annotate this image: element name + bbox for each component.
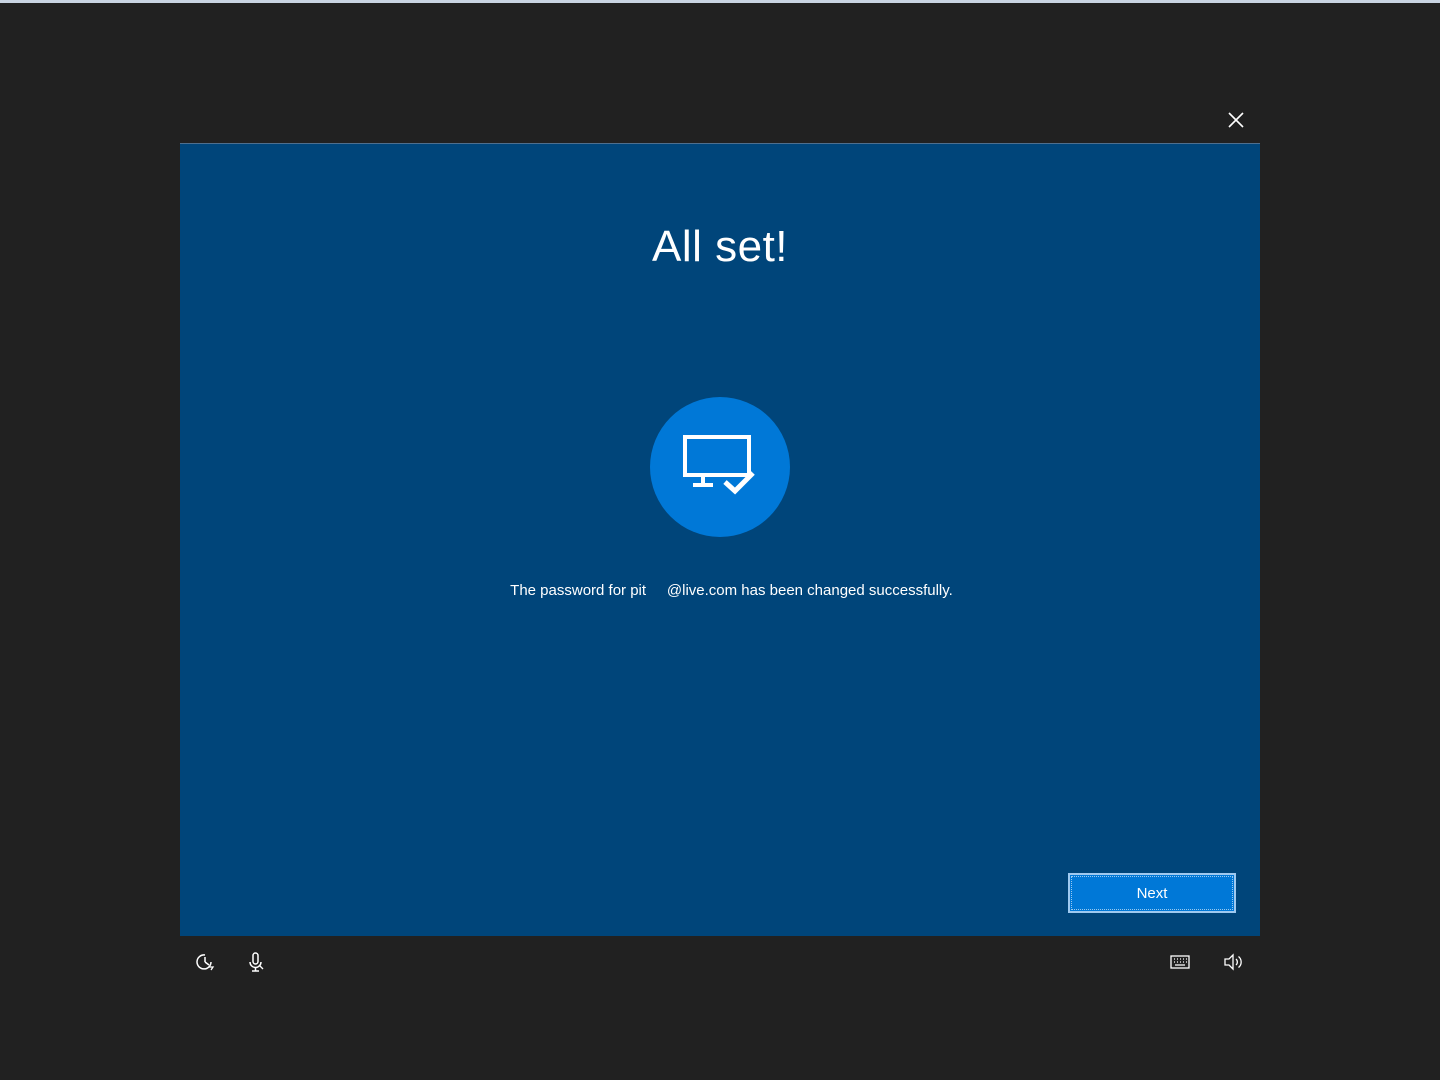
keyboard-button[interactable] [1168, 950, 1192, 974]
volume-button[interactable] [1221, 950, 1245, 974]
volume-icon [1224, 953, 1242, 971]
ease-of-access-button[interactable] [193, 950, 217, 974]
setup-dialog: All set! The password for pit @live.com … [180, 143, 1260, 936]
page-title: All set! [651, 222, 789, 271]
top-border [0, 0, 1440, 3]
next-button[interactable]: Next [1068, 873, 1236, 913]
next-button-label: Next [1136, 884, 1168, 902]
monitor-check-icon [683, 435, 755, 495]
status-message: The password for pit @live.com has been … [510, 582, 953, 599]
close-button[interactable] [1222, 106, 1250, 134]
oobe-screen: All set! The password for pit @live.com … [0, 0, 1440, 1080]
close-icon [1228, 112, 1244, 128]
microphone-button[interactable] [244, 950, 268, 974]
status-badge [650, 397, 790, 537]
ease-of-access-icon [196, 954, 215, 971]
microphone-icon [249, 952, 264, 972]
keyboard-icon [1170, 955, 1190, 969]
